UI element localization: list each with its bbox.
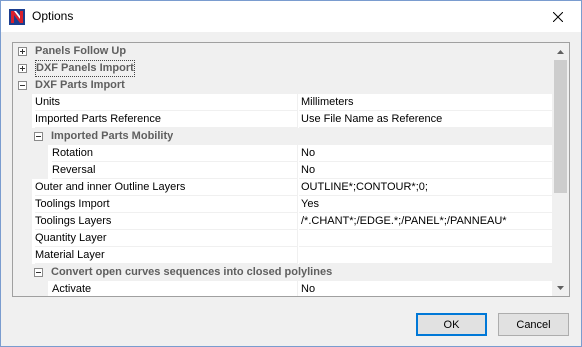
property-row[interactable]: Units Millimeters: [13, 94, 553, 111]
collapse-icon[interactable]: [34, 268, 43, 277]
column-divider[interactable]: [297, 247, 298, 264]
column-divider[interactable]: [297, 230, 298, 247]
column-divider[interactable]: [297, 281, 298, 296]
property-name[interactable]: Units: [35, 94, 297, 111]
property-name[interactable]: Toolings Layers: [35, 213, 297, 230]
property-row[interactable]: Material Layer: [13, 247, 553, 264]
close-icon: [553, 11, 563, 22]
row-indent-gutter: [13, 162, 48, 179]
property-category[interactable]: Convert open curves sequences into close…: [13, 264, 553, 281]
property-value[interactable]: Yes: [299, 196, 553, 213]
chevron-up-icon: [557, 49, 564, 54]
row-indent-gutter: [13, 94, 32, 111]
column-divider[interactable]: [297, 145, 298, 162]
property-name[interactable]: Material Layer: [35, 247, 297, 264]
property-row[interactable]: Toolings Import Yes: [13, 196, 553, 213]
category-label: DXF Parts Import: [35, 79, 125, 91]
property-category[interactable]: DXF Panels Import: [13, 60, 553, 77]
property-row[interactable]: Outer and inner Outline Layers OUTLINE*;C…: [13, 179, 553, 196]
property-value[interactable]: OUTLINE*;CONTOUR*;0;: [299, 179, 553, 196]
scroll-up-button[interactable]: [552, 43, 569, 60]
property-category[interactable]: Panels Follow Up: [13, 43, 553, 60]
row-indent-gutter: [13, 111, 32, 128]
column-divider[interactable]: [297, 196, 298, 213]
chevron-down-icon: [557, 285, 564, 290]
property-row[interactable]: Imported Parts Reference Use File Name as…: [13, 111, 553, 128]
collapse-icon[interactable]: [34, 132, 43, 141]
property-value[interactable]: [299, 230, 553, 247]
cancel-button[interactable]: Cancel: [498, 313, 569, 336]
category-label: DXF Panels Import: [35, 60, 135, 77]
row-indent-gutter: [13, 281, 48, 296]
property-grid-rows: Panels Follow Up DXF Panels Import DXF Par…: [13, 43, 553, 296]
property-name[interactable]: Imported Parts Reference: [35, 111, 297, 128]
property-name[interactable]: Activate: [52, 281, 297, 296]
property-value[interactable]: No: [299, 281, 553, 296]
expand-icon[interactable]: [18, 47, 27, 56]
row-indent-gutter: [13, 230, 32, 247]
property-row[interactable]: Quantity Layer: [13, 230, 553, 247]
category-label: Imported Parts Mobility: [51, 130, 174, 142]
close-button[interactable]: [535, 1, 581, 32]
property-value[interactable]: Use File Name as Reference: [299, 111, 553, 128]
row-indent-gutter: [13, 145, 48, 162]
column-divider[interactable]: [297, 111, 298, 128]
expand-icon[interactable]: [18, 64, 27, 73]
options-dialog: Options Panels Follow Up DXF Panels Impor…: [0, 0, 582, 347]
property-grid[interactable]: Panels Follow Up DXF Panels Import DXF Par…: [12, 42, 570, 297]
ok-button[interactable]: OK: [416, 313, 487, 336]
title-bar: Options: [1, 1, 581, 32]
property-name[interactable]: Outer and inner Outline Layers: [35, 179, 297, 196]
property-value[interactable]: /*.CHANT*;/EDGE.*;/PANEL*;/PANNEAU*: [299, 213, 553, 230]
property-category[interactable]: Imported Parts Mobility: [13, 128, 553, 145]
column-divider[interactable]: [297, 94, 298, 111]
scroll-down-button[interactable]: [552, 279, 569, 296]
window-title: Options: [32, 9, 74, 23]
scrollbar-thumb[interactable]: [554, 60, 567, 193]
property-row[interactable]: Rotation No: [13, 145, 553, 162]
column-divider[interactable]: [297, 179, 298, 196]
vertical-scrollbar[interactable]: [552, 43, 569, 296]
property-value[interactable]: Millimeters: [299, 94, 553, 111]
property-row[interactable]: Activate No: [13, 281, 553, 296]
row-indent-gutter: [13, 247, 32, 264]
row-indent-gutter: [13, 213, 32, 230]
column-divider[interactable]: [297, 162, 298, 179]
row-indent-gutter: [13, 179, 32, 196]
row-indent-gutter: [13, 196, 32, 213]
property-row[interactable]: Reversal No: [13, 162, 553, 179]
column-divider[interactable]: [297, 213, 298, 230]
category-label: Convert open curves sequences into close…: [51, 266, 333, 278]
property-value[interactable]: No: [299, 145, 553, 162]
property-name[interactable]: Rotation: [52, 145, 297, 162]
property-row[interactable]: Toolings Layers/*.CHANT*;/EDGE.*;/PANEL*…: [13, 213, 553, 230]
property-name[interactable]: Quantity Layer: [35, 230, 297, 247]
property-value[interactable]: [299, 247, 553, 264]
property-name[interactable]: Toolings Import: [35, 196, 297, 213]
collapse-icon[interactable]: [18, 81, 27, 90]
app-logo-icon: [9, 9, 25, 25]
category-label: Panels Follow Up: [35, 45, 127, 57]
property-name[interactable]: Reversal: [52, 162, 297, 179]
property-value[interactable]: No: [299, 162, 553, 179]
property-category[interactable]: DXF Parts Import: [13, 77, 553, 94]
